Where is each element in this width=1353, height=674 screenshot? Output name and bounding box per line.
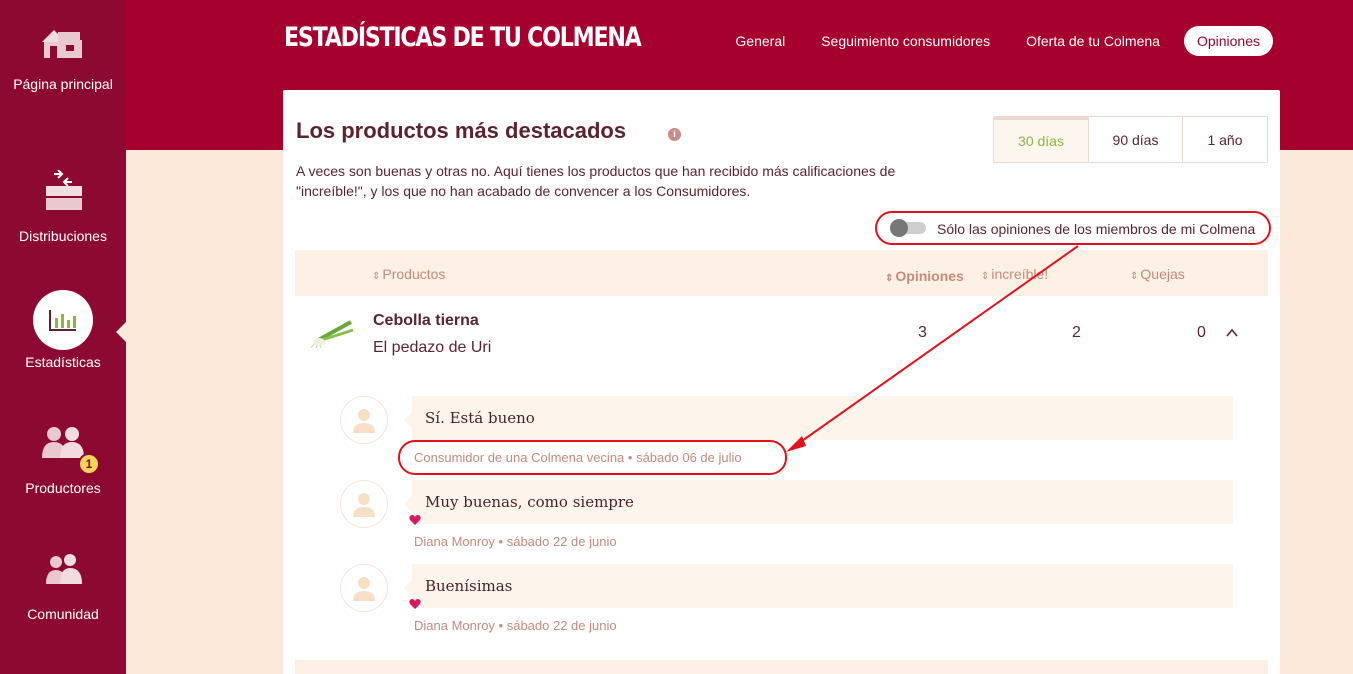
chevron-up-icon[interactable] bbox=[1226, 327, 1238, 339]
avatar bbox=[340, 480, 388, 528]
active-pointer bbox=[116, 322, 126, 342]
column-header-incredible[interactable]: ⇕ increíble! bbox=[981, 266, 1048, 282]
notification-badge: 1 bbox=[78, 453, 100, 475]
sidebar-item-home[interactable]: Página principal bbox=[0, 28, 126, 95]
table-header: ⇕ Productos ⇕ Opiniones ⇕ increíble! ⇕ Queja… bbox=[295, 250, 1268, 296]
page-title: ESTADÍSTICAS DE TU COLMENA bbox=[284, 22, 642, 53]
annotation-highlight bbox=[398, 440, 787, 475]
opinions-count: 3 bbox=[918, 324, 927, 341]
avatar bbox=[340, 564, 388, 612]
product-image-onion bbox=[311, 320, 354, 348]
producers-icon bbox=[42, 427, 84, 458]
range-90-days[interactable]: 90 días bbox=[1088, 117, 1182, 162]
tab-oferta[interactable]: Oferta de tu Colmena bbox=[1026, 33, 1160, 49]
sidebar: Página principal Distribuciones Estadíst… bbox=[0, 0, 126, 674]
sidebar-item-label: Comunidad bbox=[27, 606, 99, 622]
review-text: Buenísimas bbox=[404, 564, 1233, 608]
user-icon bbox=[353, 493, 375, 517]
toggle-label: Sólo las opiniones de los miembros de mi… bbox=[937, 221, 1256, 237]
product-name[interactable]: Cebolla tierna bbox=[373, 312, 479, 330]
column-header-products[interactable]: ⇕ Productos bbox=[372, 266, 445, 282]
column-header-complaints[interactable]: ⇕ Quejas bbox=[1130, 266, 1185, 282]
active-indicator bbox=[33, 290, 93, 350]
heart-icon bbox=[409, 515, 421, 525]
complaints-count: 0 bbox=[1197, 324, 1206, 341]
sidebar-item-community[interactable]: Comunidad bbox=[0, 552, 126, 625]
sidebar-item-producers[interactable]: Productores bbox=[0, 424, 126, 499]
card-title: Los productos más destacados bbox=[296, 118, 627, 143]
user-icon bbox=[353, 577, 375, 601]
members-only-toggle-row: Sólo las opiniones de los miembros de mi… bbox=[875, 211, 1271, 245]
house-icon bbox=[42, 30, 82, 58]
next-row-strip bbox=[295, 660, 1268, 674]
members-only-toggle[interactable] bbox=[890, 219, 926, 237]
range-selector: 30 días 90 días 1 año bbox=[993, 116, 1268, 163]
card-description: A veces son buenas y otras no. Aquí tien… bbox=[296, 163, 896, 199]
column-header-opinions[interactable]: ⇕ Opiniones bbox=[885, 268, 964, 284]
sidebar-item-label: Página principal bbox=[13, 76, 113, 92]
incredible-count: 2 bbox=[1072, 324, 1081, 341]
heart-icon bbox=[409, 599, 421, 609]
tab-opiniones[interactable]: Opiniones bbox=[1183, 26, 1273, 56]
range-30-days[interactable]: 30 días bbox=[994, 117, 1088, 162]
toggle-knob bbox=[890, 219, 908, 237]
user-icon bbox=[353, 409, 375, 433]
community-icon bbox=[46, 554, 82, 584]
review-text: Sí. Está bueno bbox=[404, 396, 1233, 440]
tab-general[interactable]: General bbox=[735, 33, 785, 49]
review-meta: Diana Monroy • sábado 22 de junio bbox=[414, 534, 617, 549]
range-1-year[interactable]: 1 año bbox=[1182, 117, 1267, 162]
avatar bbox=[340, 396, 388, 444]
review-meta: Diana Monroy • sábado 22 de junio bbox=[414, 618, 617, 633]
review-text: Muy buenas, como siempre bbox=[404, 480, 1233, 524]
info-icon[interactable]: i bbox=[668, 128, 681, 141]
sidebar-item-label: Productores bbox=[25, 480, 101, 496]
top-nav: General Seguimiento consumidores Oferta … bbox=[699, 26, 1273, 56]
tab-seguimiento[interactable]: Seguimiento consumidores bbox=[821, 33, 990, 49]
sidebar-item-label: Estadísticas bbox=[25, 354, 101, 370]
chart-icon bbox=[49, 310, 76, 331]
sidebar-item-statistics[interactable]: Estadísticas bbox=[0, 290, 126, 373]
highlights-card: Los productos más destacados i A veces s… bbox=[283, 90, 1280, 674]
sidebar-item-distributions[interactable]: Distribuciones bbox=[0, 170, 126, 247]
sidebar-item-label: Distribuciones bbox=[19, 228, 107, 244]
product-producer: El pedazo de Uri bbox=[373, 339, 492, 356]
boxes-icon bbox=[46, 170, 82, 210]
